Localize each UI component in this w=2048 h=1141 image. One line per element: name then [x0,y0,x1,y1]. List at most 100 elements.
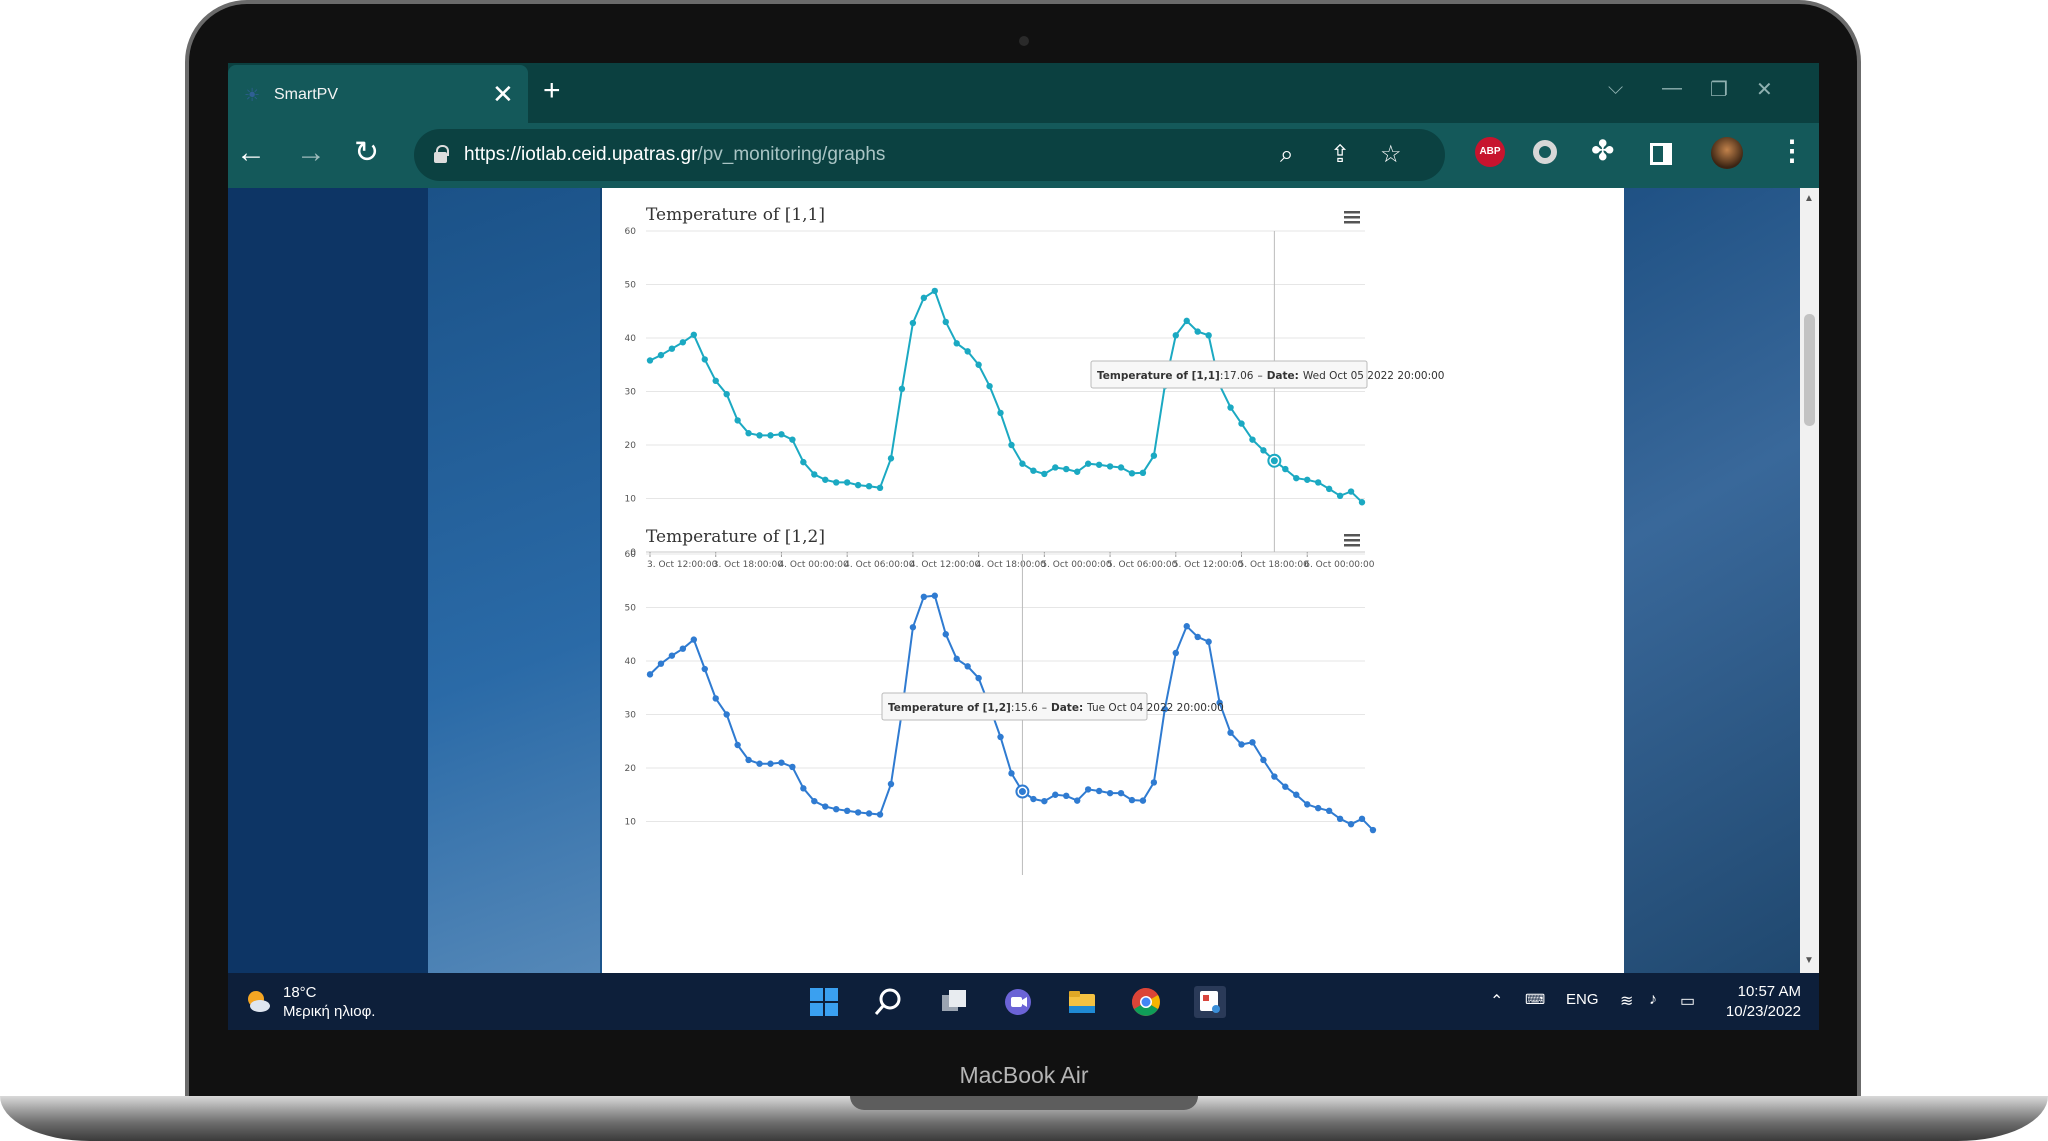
data-point[interactable] [1074,797,1081,804]
data-point[interactable] [1282,783,1289,790]
data-point[interactable] [920,593,928,600]
data-point[interactable] [898,385,906,393]
weather-temperature[interactable]: 18°C [283,984,317,1001]
data-point[interactable] [975,674,982,682]
data-point[interactable] [1074,468,1081,475]
data-point[interactable] [701,665,708,673]
data-point[interactable] [1183,623,1190,630]
data-point[interactable] [1194,633,1201,641]
extension-ring-icon[interactable] [1533,140,1557,164]
data-point[interactable] [1150,779,1158,786]
forward-arrow-icon[interactable]: → [296,133,326,173]
data-point[interactable] [1063,465,1070,473]
data-point[interactable] [1238,741,1245,748]
data-point[interactable] [723,711,730,718]
data-point[interactable] [1205,638,1212,645]
teams-chat-icon[interactable] [1002,986,1034,1018]
data-point[interactable] [1325,485,1333,493]
scroll-down-icon[interactable]: ▼ [1804,955,1814,966]
data-point[interactable] [668,652,676,659]
data-point[interactable] [701,356,708,363]
data-point[interactable] [953,340,960,347]
data-point[interactable] [734,417,741,424]
data-point[interactable] [745,430,752,437]
adblock-plus-icon[interactable]: ABP [1475,137,1505,167]
chart-menu-icon[interactable] [1344,534,1360,547]
data-point[interactable] [1095,787,1103,795]
data-point[interactable] [1293,474,1300,482]
data-point[interactable] [723,390,730,398]
data-point[interactable] [964,663,971,670]
data-point[interactable] [1260,447,1267,454]
data-point[interactable] [1084,460,1092,467]
data-point[interactable] [1369,826,1377,834]
data-point[interactable] [657,660,665,667]
data-point[interactable] [953,655,960,663]
data-point[interactable] [931,287,938,295]
data-point[interactable] [887,455,895,462]
data-point[interactable] [909,319,917,327]
address-bar[interactable]: https://iotlab.ceid.upatras.gr/pv_monito… [414,129,1445,181]
data-point[interactable] [1249,739,1256,746]
page-scrollbar[interactable]: ▲ ▼ [1800,188,1819,973]
back-arrow-icon[interactable]: ← [236,133,266,173]
close-tab-icon[interactable]: ✕ [492,79,514,109]
data-point[interactable] [1052,791,1059,798]
data-point[interactable] [876,484,884,491]
data-point[interactable] [909,624,917,631]
data-point[interactable] [1128,796,1136,804]
data-point[interactable] [767,432,774,439]
bookmark-star-icon[interactable]: ☆ [1380,141,1402,169]
data-point[interactable] [1106,789,1114,797]
new-tab-icon[interactable]: + [543,74,561,108]
data-point[interactable] [1314,479,1322,486]
data-point[interactable] [822,476,829,483]
task-view-icon[interactable] [938,986,970,1018]
share-icon[interactable]: ⇪ [1330,141,1350,169]
data-point[interactable] [1260,756,1267,764]
data-point[interactable] [1347,488,1355,495]
chrome-icon[interactable] [1130,986,1162,1018]
data-point[interactable] [833,479,840,486]
data-point[interactable] [1347,820,1355,828]
data-point[interactable] [657,351,665,359]
data-point[interactable] [800,458,807,466]
data-point[interactable] [931,592,938,599]
data-point[interactable] [843,807,851,814]
data-point[interactable] [1139,797,1147,804]
data-point[interactable] [1183,317,1190,325]
restore-icon[interactable]: ❐ [1710,77,1728,102]
data-point[interactable] [942,631,949,638]
language-indicator[interactable]: ENG [1566,991,1599,1008]
data-point[interactable] [1314,804,1322,812]
weather-partly-sunny-icon[interactable] [245,988,271,1014]
data-point[interactable] [690,636,698,643]
keyboard-icon[interactable]: ⌨ [1525,991,1545,1008]
data-point[interactable] [1358,815,1366,823]
data-point[interactable] [997,733,1004,741]
data-point[interactable] [1106,463,1114,470]
search-icon[interactable] [873,986,905,1018]
data-point[interactable] [767,760,774,767]
browser-tab-smartpv[interactable]: ☀ SmartPV ✕ [228,65,528,123]
data-point[interactable] [789,436,796,443]
data-point[interactable] [942,318,949,326]
data-point[interactable] [833,805,840,813]
data-point[interactable] [646,671,654,678]
data-point[interactable] [1063,792,1070,800]
data-point[interactable] [964,348,971,355]
data-point[interactable] [1084,786,1092,793]
tab-search-chevron-icon[interactable]: ⌵ [1608,77,1623,100]
data-point[interactable] [1205,332,1212,339]
data-point[interactable] [1249,436,1256,443]
data-point[interactable] [712,377,719,384]
volume-icon[interactable]: ♪ [1649,991,1657,1009]
data-point[interactable] [734,741,741,749]
data-point[interactable] [822,803,829,810]
data-point[interactable] [1172,649,1179,657]
data-point[interactable] [1271,773,1278,780]
scroll-up-icon[interactable]: ▲ [1804,193,1814,204]
data-point[interactable] [1030,795,1037,803]
side-panel-icon[interactable] [1650,143,1672,165]
clock-date[interactable]: 10/23/2022 [1715,1003,1801,1020]
